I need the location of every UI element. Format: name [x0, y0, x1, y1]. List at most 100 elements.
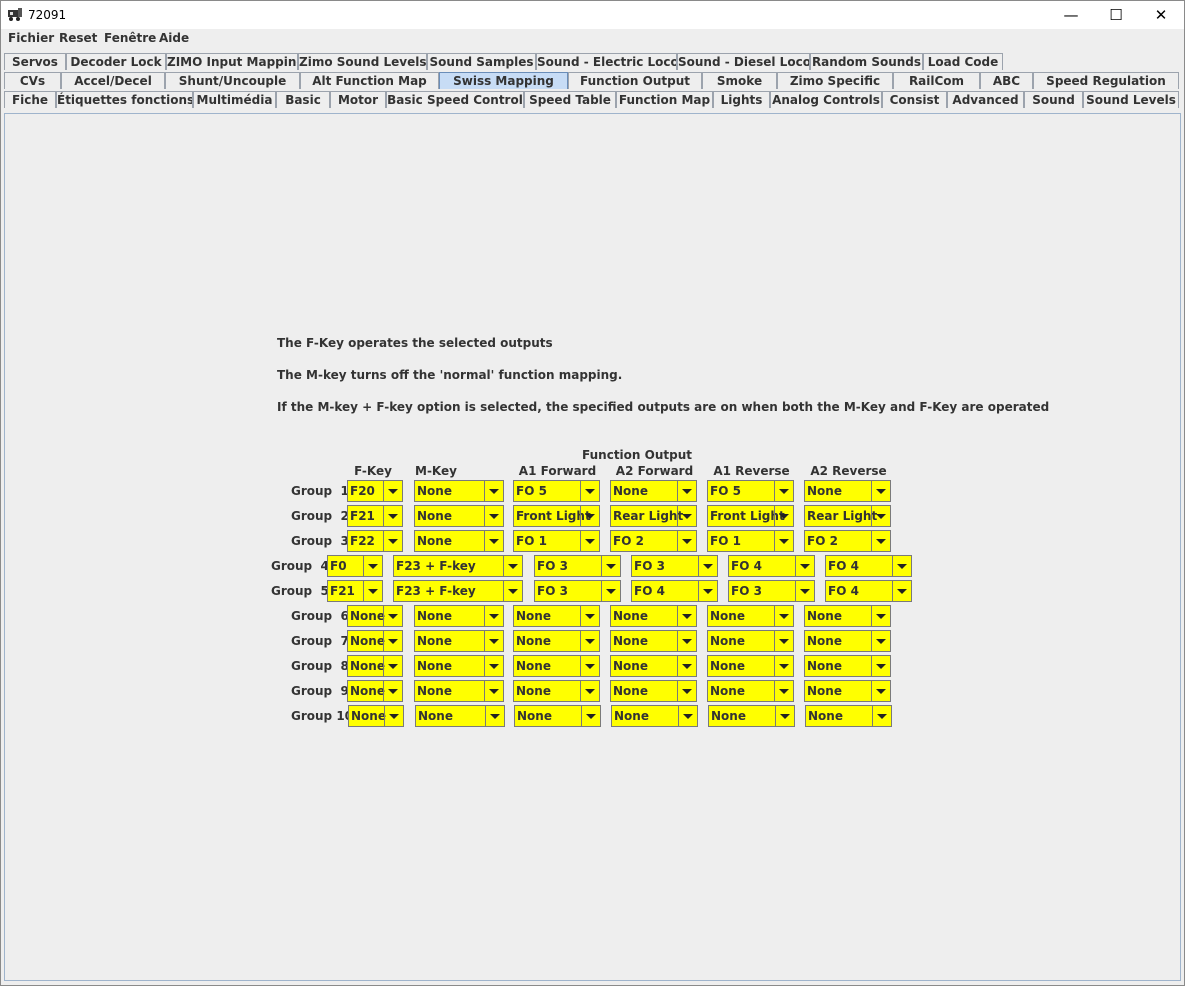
tab-cvs[interactable]: CVs — [4, 72, 61, 89]
group-6-a2-forward-select[interactable]: None — [610, 605, 697, 627]
group-8-a2-reverse-select[interactable]: None — [804, 655, 891, 677]
dropdown-arrow-icon[interactable] — [383, 506, 402, 526]
group-3-a2-forward-select[interactable]: FO 2 — [610, 530, 697, 552]
dropdown-arrow-icon[interactable] — [484, 656, 503, 676]
group-3-a1-forward-select[interactable]: FO 1 — [513, 530, 600, 552]
group-1-fkey-select[interactable]: F20 — [347, 480, 403, 502]
tab-load-code[interactable]: Load Code — [923, 53, 1003, 70]
dropdown-arrow-icon[interactable] — [774, 681, 793, 701]
dropdown-arrow-icon[interactable] — [383, 656, 402, 676]
dropdown-arrow-icon[interactable] — [871, 481, 890, 501]
group-8-a1-forward-select[interactable]: None — [513, 655, 600, 677]
dropdown-arrow-icon[interactable] — [677, 656, 696, 676]
dropdown-arrow-icon[interactable] — [580, 506, 599, 526]
group-7-a2-forward-select[interactable]: None — [610, 630, 697, 652]
dropdown-arrow-icon[interactable] — [678, 706, 697, 726]
tab-decoder-lock[interactable]: Decoder Lock — [66, 53, 166, 70]
menu-fenetre[interactable]: Fenêtre — [104, 31, 156, 45]
group-9-a2-forward-select[interactable]: None — [610, 680, 697, 702]
dropdown-arrow-icon[interactable] — [484, 681, 503, 701]
tab-sound-diesel-loco[interactable]: Sound - Diesel Loco — [677, 53, 810, 70]
group-3-fkey-select[interactable]: F22 — [347, 530, 403, 552]
dropdown-arrow-icon[interactable] — [383, 481, 402, 501]
dropdown-arrow-icon[interactable] — [892, 556, 911, 576]
dropdown-arrow-icon[interactable] — [485, 706, 504, 726]
tab-accel-decel[interactable]: Accel/Decel — [61, 72, 165, 89]
dropdown-arrow-icon[interactable] — [580, 631, 599, 651]
group-4-a1-forward-select[interactable]: FO 3 — [534, 555, 621, 577]
group-5-mkey-select[interactable]: F23 + F-key — [393, 580, 523, 602]
tab-fiche[interactable]: Fiche — [4, 91, 56, 108]
dropdown-arrow-icon[interactable] — [484, 481, 503, 501]
group-9-a1-forward-select[interactable]: None — [513, 680, 600, 702]
group-8-a1-reverse-select[interactable]: None — [707, 655, 794, 677]
maximize-button[interactable]: ☐ — [1093, 1, 1139, 29]
group-2-a1-forward-select[interactable]: Front Light — [513, 505, 600, 527]
group-4-fkey-select[interactable]: F0 — [327, 555, 383, 577]
group-1-a2-forward-select[interactable]: None — [610, 480, 697, 502]
menu-fichier[interactable]: Fichier — [8, 31, 54, 45]
tab-speed-table[interactable]: Speed Table — [524, 91, 616, 108]
tab-swiss-mapping[interactable]: Swiss Mapping — [439, 72, 568, 89]
group-6-mkey-select[interactable]: None — [414, 605, 504, 627]
dropdown-arrow-icon[interactable] — [580, 481, 599, 501]
dropdown-arrow-icon[interactable] — [484, 531, 503, 551]
dropdown-arrow-icon[interactable] — [774, 531, 793, 551]
minimize-button[interactable]: — — [1048, 1, 1094, 29]
group-1-a1-forward-select[interactable]: FO 5 — [513, 480, 600, 502]
dropdown-arrow-icon[interactable] — [601, 556, 620, 576]
tab-lights[interactable]: Lights — [713, 91, 770, 108]
dropdown-arrow-icon[interactable] — [503, 556, 522, 576]
dropdown-arrow-icon[interactable] — [892, 581, 911, 601]
group-2-a1-reverse-select[interactable]: Front Light — [707, 505, 794, 527]
group-5-a1-reverse-select[interactable]: FO 3 — [728, 580, 815, 602]
group-4-mkey-select[interactable]: F23 + F-key — [393, 555, 523, 577]
group-1-mkey-select[interactable]: None — [414, 480, 504, 502]
tab-function-output[interactable]: Function Output — [568, 72, 702, 89]
dropdown-arrow-icon[interactable] — [580, 606, 599, 626]
group-10-a1-forward-select[interactable]: None — [514, 705, 601, 727]
group-10-fkey-select[interactable]: None — [348, 705, 404, 727]
dropdown-arrow-icon[interactable] — [601, 581, 620, 601]
close-button[interactable]: ✕ — [1138, 1, 1184, 29]
group-9-mkey-select[interactable]: None — [414, 680, 504, 702]
group-5-a1-forward-select[interactable]: FO 3 — [534, 580, 621, 602]
group-4-a2-reverse-select[interactable]: FO 4 — [825, 555, 912, 577]
tab-sound-levels[interactable]: Sound Levels — [1083, 91, 1179, 108]
dropdown-arrow-icon[interactable] — [871, 681, 890, 701]
dropdown-arrow-icon[interactable] — [580, 531, 599, 551]
tab-servos[interactable]: Servos — [4, 53, 66, 70]
group-6-a2-reverse-select[interactable]: None — [804, 605, 891, 627]
tab-consist[interactable]: Consist — [882, 91, 947, 108]
dropdown-arrow-icon[interactable] — [383, 606, 402, 626]
dropdown-arrow-icon[interactable] — [774, 606, 793, 626]
dropdown-arrow-icon[interactable] — [774, 506, 793, 526]
dropdown-arrow-icon[interactable] — [363, 581, 382, 601]
group-2-fkey-select[interactable]: F21 — [347, 505, 403, 527]
group-6-a1-reverse-select[interactable]: None — [707, 605, 794, 627]
tab-random-sounds[interactable]: Random Sounds — [810, 53, 923, 70]
tab-shunt-uncouple[interactable]: Shunt/Uncouple — [165, 72, 300, 89]
group-8-mkey-select[interactable]: None — [414, 655, 504, 677]
dropdown-arrow-icon[interactable] — [871, 531, 890, 551]
group-1-a1-reverse-select[interactable]: FO 5 — [707, 480, 794, 502]
dropdown-arrow-icon[interactable] — [677, 631, 696, 651]
menu-reset[interactable]: Reset — [59, 31, 97, 45]
group-3-mkey-select[interactable]: None — [414, 530, 504, 552]
group-8-a2-forward-select[interactable]: None — [610, 655, 697, 677]
group-1-a2-reverse-select[interactable]: None — [804, 480, 891, 502]
group-2-a2-forward-select[interactable]: Rear Light — [610, 505, 697, 527]
dropdown-arrow-icon[interactable] — [580, 656, 599, 676]
group-5-a2-forward-select[interactable]: FO 4 — [631, 580, 718, 602]
group-10-a2-forward-select[interactable]: None — [611, 705, 698, 727]
tab-sound-electric-loco[interactable]: Sound - Electric Loco — [536, 53, 677, 70]
dropdown-arrow-icon[interactable] — [698, 581, 717, 601]
tab-motor[interactable]: Motor — [330, 91, 386, 108]
tab-analog-controls[interactable]: Analog Controls — [770, 91, 882, 108]
dropdown-arrow-icon[interactable] — [383, 681, 402, 701]
dropdown-arrow-icon[interactable] — [484, 606, 503, 626]
group-6-fkey-select[interactable]: None — [347, 605, 403, 627]
group-3-a1-reverse-select[interactable]: FO 1 — [707, 530, 794, 552]
group-8-fkey-select[interactable]: None — [347, 655, 403, 677]
group-9-fkey-select[interactable]: None — [347, 680, 403, 702]
